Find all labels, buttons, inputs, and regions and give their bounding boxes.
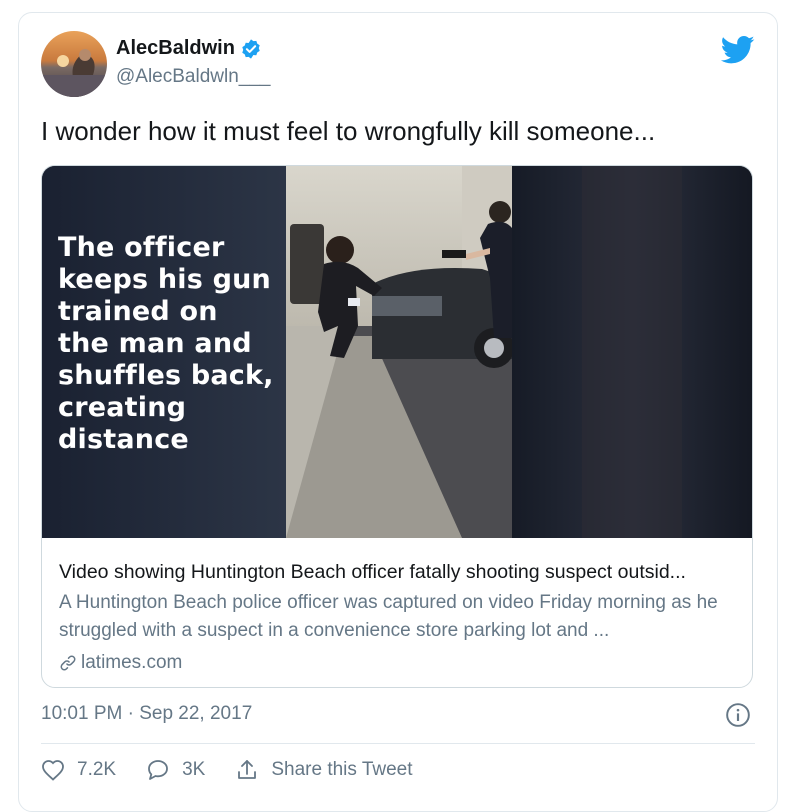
- display-name[interactable]: AlecBaldwin: [116, 37, 235, 60]
- link-card-domain: latimes.com: [81, 652, 183, 673]
- share-label: Share this Tweet: [271, 759, 413, 780]
- tweet-text: I wonder how it must feel to wrongfully …: [41, 116, 656, 146]
- like-button[interactable]: 7.2K: [41, 759, 116, 781]
- info-icon[interactable]: [725, 702, 751, 728]
- link-card-meta: Video showing Huntington Beach officer f…: [59, 558, 738, 677]
- twitter-bird-icon[interactable]: [721, 35, 755, 65]
- link-icon: [60, 655, 76, 671]
- overlay-line: The officer: [58, 232, 225, 263]
- avatar-photo: [41, 31, 107, 97]
- overlay-line: the man and: [58, 328, 252, 359]
- verified-badge-icon: [242, 38, 260, 59]
- overlay-line: trained on: [58, 296, 218, 327]
- like-count: 7.2K: [77, 759, 117, 780]
- reply-button[interactable]: 3K: [146, 758, 205, 782]
- overlay-line: distance: [58, 424, 189, 455]
- overlay-line: shuffles back,: [58, 360, 274, 391]
- overlay-line: creating: [58, 392, 187, 423]
- link-preview-card[interactable]: The officer keeps his gun trained on the…: [41, 165, 753, 688]
- name-row: AlecBaldwin: [116, 37, 262, 60]
- heart-icon: [42, 760, 64, 781]
- user-handle[interactable]: @AlecBaldwln___: [116, 66, 271, 88]
- overlay-line: keeps his gun: [58, 264, 271, 295]
- share-button[interactable]: Share this Tweet: [235, 758, 413, 782]
- reply-bubble-icon: [148, 760, 168, 780]
- link-card-domain-row[interactable]: latimes.com: [59, 649, 738, 677]
- reply-count: 3K: [182, 759, 206, 780]
- video-thumbnail[interactable]: The officer keeps his gun trained on the…: [42, 166, 752, 538]
- video-caption-overlay: The officer keeps his gun trained on the…: [58, 232, 284, 456]
- tweet-card[interactable]: AlecBaldwin @AlecBaldwln___ I wonder how…: [18, 12, 778, 812]
- link-card-description: A Huntington Beach police officer was ca…: [59, 592, 718, 641]
- divider: [41, 743, 755, 744]
- link-card-title[interactable]: Video showing Huntington Beach officer f…: [59, 558, 738, 586]
- avatar[interactable]: [41, 31, 107, 97]
- share-icon: [238, 760, 257, 779]
- tweet-actions: 7.2K 3K Share this Tweet: [41, 758, 443, 782]
- tweet-timestamp[interactable]: 10:01 PM · Sep 22, 2017: [41, 703, 252, 725]
